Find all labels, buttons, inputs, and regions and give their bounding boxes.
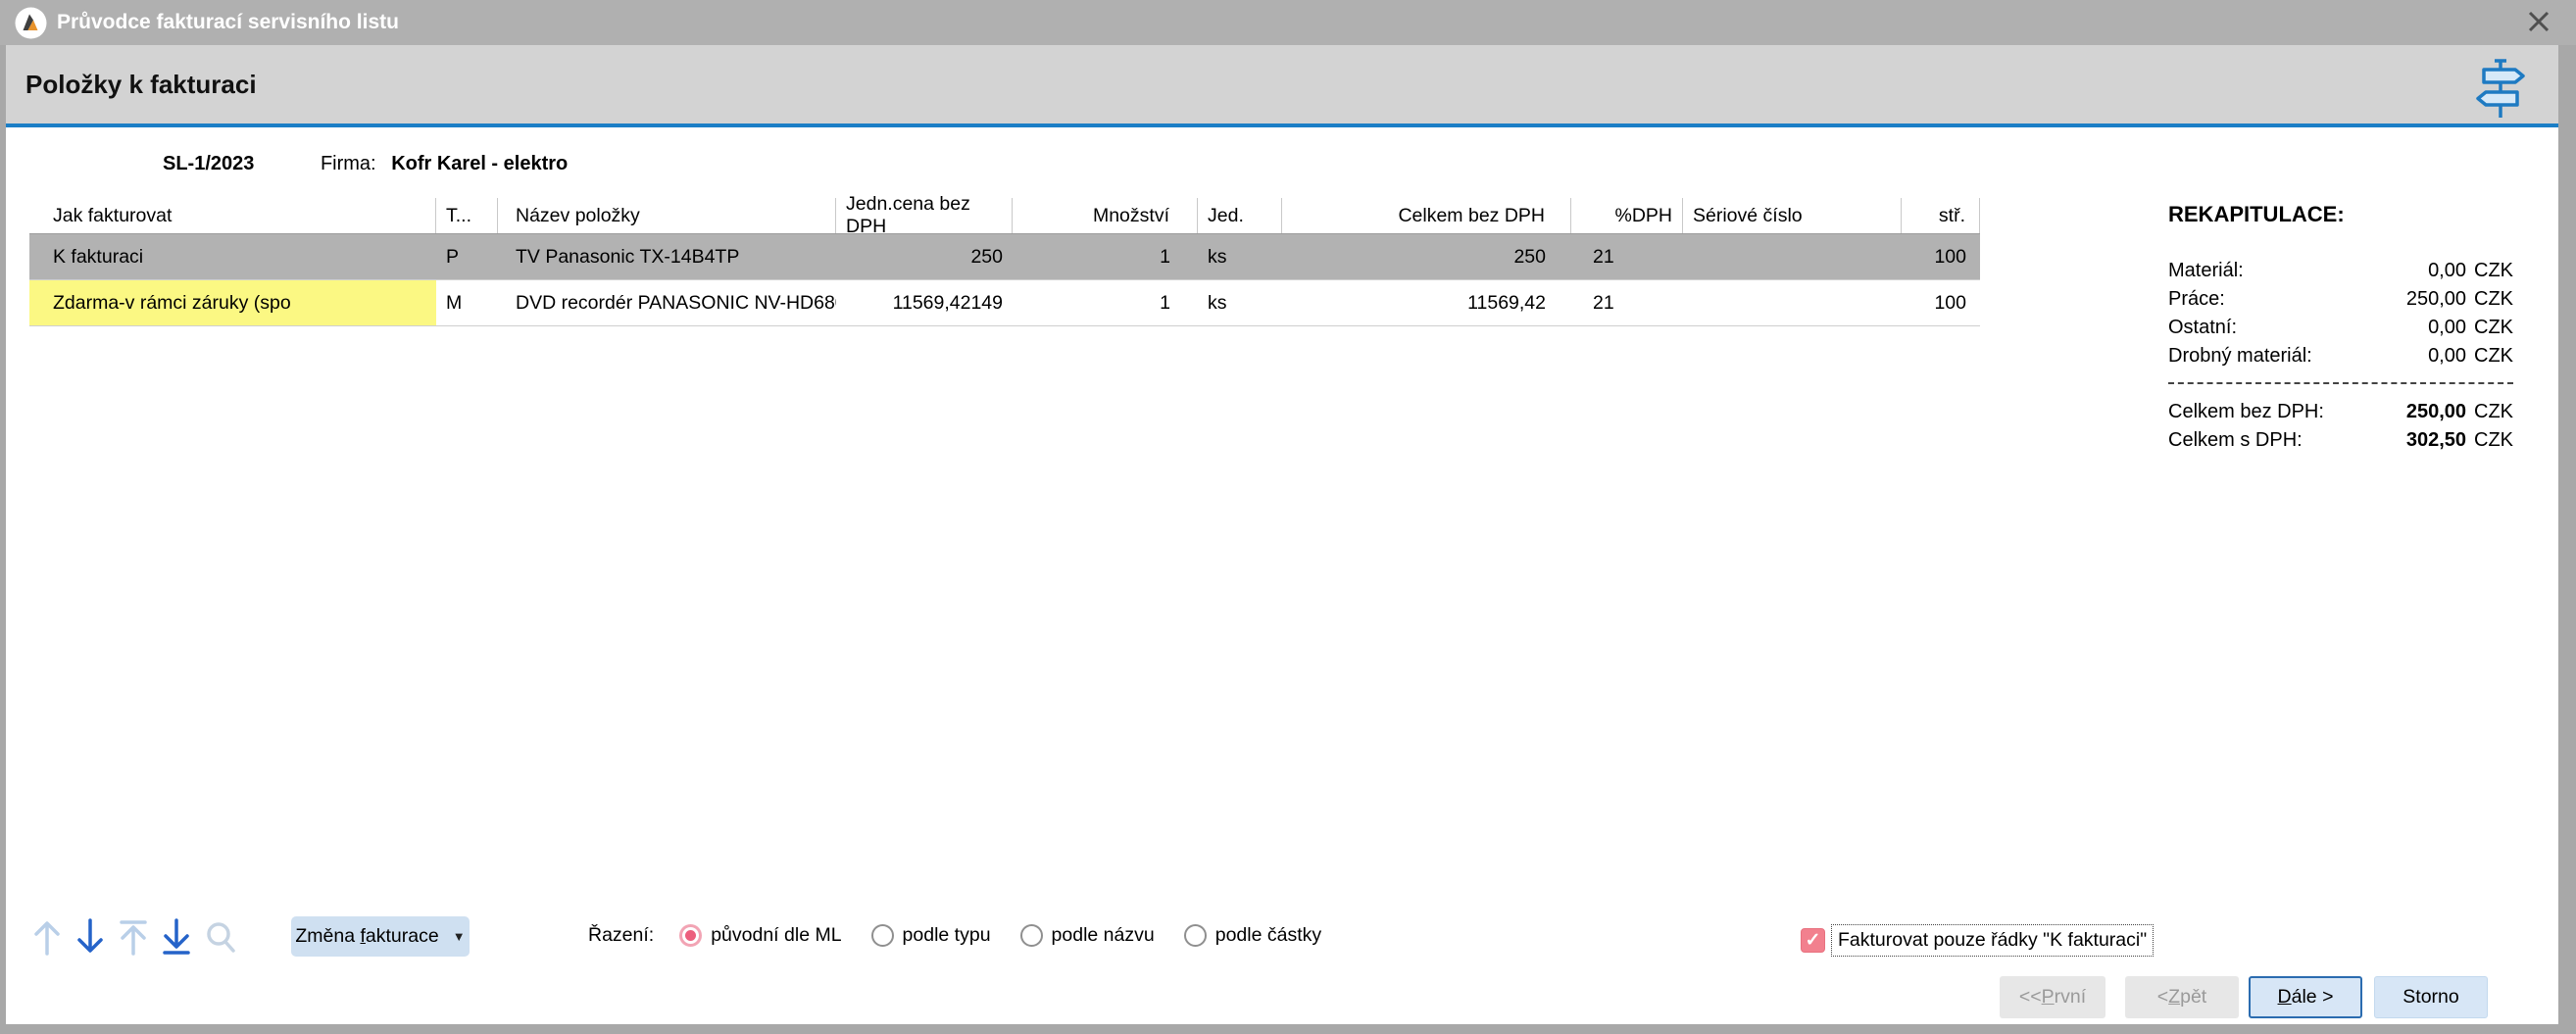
recap-row-prace: Práce: 250,00 CZK xyxy=(2168,285,2513,314)
service-sheet-number: SL-1/2023 xyxy=(163,153,254,174)
section-header: Položky k fakturaci xyxy=(6,45,2558,127)
change-invoicing-label: Změna fakturace xyxy=(295,925,438,948)
cell-mnozstvi: 1 xyxy=(1013,280,1198,325)
cell-jedn-cena: 250 xyxy=(836,234,1013,279)
table-row[interactable]: Zdarma-v rámci záruky (spo M DVD recordé… xyxy=(29,280,1980,326)
firm-label: Firma: xyxy=(321,153,376,174)
column-header-stredisko[interactable]: stř. xyxy=(1902,198,1980,233)
column-header-jak-fakturovat[interactable]: Jak fakturovat xyxy=(29,198,436,233)
radio-podle-nazvu[interactable]: podle názvu xyxy=(1020,924,1155,947)
column-header-dph[interactable]: %DPH xyxy=(1571,198,1683,233)
app-logo-icon xyxy=(15,7,47,39)
cell-dph: 21 xyxy=(1571,234,1683,279)
move-bottom-icon[interactable] xyxy=(159,916,194,958)
page-title: Položky k fakturaci xyxy=(25,70,257,100)
cell-jak-fakturovat: K fakturaci xyxy=(29,234,436,279)
recap-row-drobny-material: Drobný materiál: 0,00 CZK xyxy=(2168,342,2513,370)
window-title: Průvodce fakturací servisního listu xyxy=(57,11,399,34)
cell-nazev: DVD recordér PANASONIC NV-HD680 (03) xyxy=(498,280,836,325)
column-header-typ[interactable]: T... xyxy=(436,198,498,233)
back-button[interactable]: < Zpět xyxy=(2125,976,2239,1018)
search-icon[interactable] xyxy=(203,916,238,958)
cell-seriove-cislo xyxy=(1683,234,1902,279)
move-up-icon[interactable] xyxy=(29,916,65,958)
items-table: Jak fakturovat T... Název položky Jedn.c… xyxy=(29,198,1980,326)
recap-row-ostatni: Ostatní: 0,00 CZK xyxy=(2168,314,2513,342)
cell-typ: M xyxy=(436,280,498,325)
close-icon[interactable] xyxy=(2523,6,2554,37)
recap-row-material: Materiál: 0,00 CZK xyxy=(2168,257,2513,285)
cell-mnozstvi: 1 xyxy=(1013,234,1198,279)
table-header-row: Jak fakturovat T... Název položky Jedn.c… xyxy=(29,198,1980,234)
sorting-options: Řazení: původní dle ML podle typu podle … xyxy=(588,924,1351,947)
change-invoicing-dropdown[interactable]: Změna fakturace ▼ xyxy=(291,916,470,957)
cell-seriove-cislo xyxy=(1683,280,1902,325)
cell-jednotka: ks xyxy=(1198,234,1282,279)
cell-jednotka: ks xyxy=(1198,280,1282,325)
column-header-mnozstvi[interactable]: Množství xyxy=(1013,198,1198,233)
recap-title: REKAPITULACE: xyxy=(2168,202,2513,227)
cell-celkem: 11569,42 xyxy=(1282,280,1571,325)
cell-jedn-cena: 11569,42149 xyxy=(836,280,1013,325)
column-header-seriove-cislo[interactable]: Sériové číslo xyxy=(1683,198,1902,233)
column-header-jednotka[interactable]: Jed. xyxy=(1198,198,1282,233)
column-header-jedn-cena[interactable]: Jedn.cena bez DPH xyxy=(836,198,1013,233)
sorting-label: Řazení: xyxy=(588,924,654,947)
checkbox-checked-icon[interactable]: ✓ xyxy=(1801,928,1825,953)
recap-panel: REKAPITULACE: Materiál: 0,00 CZK Práce: … xyxy=(2168,202,2513,455)
recap-separator xyxy=(2168,382,2513,384)
radio-puvodni-dle-ml[interactable]: původní dle ML xyxy=(679,924,841,947)
table-row[interactable]: K fakturaci P TV Panasonic TX-14B4TP 250… xyxy=(29,234,1980,280)
chevron-down-icon: ▼ xyxy=(453,929,466,944)
move-down-icon[interactable] xyxy=(73,916,108,958)
dialog-body: Položky k fakturaci SL-1/2023 Firma: Kof… xyxy=(6,45,2558,1024)
cell-nazev: TV Panasonic TX-14B4TP xyxy=(498,234,836,279)
column-header-celkem[interactable]: Celkem bez DPH xyxy=(1282,198,1571,233)
radio-selected-icon xyxy=(679,924,702,947)
radio-podle-castky[interactable]: podle částky xyxy=(1184,924,1321,947)
signpost-icon xyxy=(2470,57,2531,122)
move-top-icon[interactable] xyxy=(116,916,151,958)
cell-dph: 21 xyxy=(1571,280,1683,325)
column-header-nazev-polozky[interactable]: Název položky xyxy=(498,198,836,233)
first-button[interactable]: << První xyxy=(2000,976,2105,1018)
radio-podle-typu[interactable]: podle typu xyxy=(871,924,991,947)
cancel-button[interactable]: Storno xyxy=(2374,976,2488,1018)
recap-total-s-dph: Celkem s DPH: 302,50 CZK xyxy=(2168,426,2513,455)
invoice-only-checkbox-row[interactable]: ✓ Fakturovat pouze řádky "K fakturaci" xyxy=(1801,924,2154,957)
radio-icon xyxy=(1020,924,1043,947)
service-sheet-meta: SL-1/2023 Firma: Kofr Karel - elektro xyxy=(163,153,568,175)
cell-stredisko: 100 xyxy=(1902,280,1980,325)
radio-icon xyxy=(871,924,894,947)
radio-icon xyxy=(1184,924,1207,947)
cell-celkem: 250 xyxy=(1282,234,1571,279)
recap-total-bez-dph: Celkem bez DPH: 250,00 CZK xyxy=(2168,398,2513,426)
cell-typ: P xyxy=(436,234,498,279)
cell-jak-fakturovat: Zdarma-v rámci záruky (spo xyxy=(29,280,436,325)
cell-stredisko: 100 xyxy=(1902,234,1980,279)
checkbox-label: Fakturovat pouze řádky "K fakturaci" xyxy=(1831,924,2154,957)
firm-name: Kofr Karel - elektro xyxy=(391,153,568,174)
title-bar: Průvodce fakturací servisního listu xyxy=(0,0,2576,45)
wizard-window: Průvodce fakturací servisního listu Polo… xyxy=(0,0,2576,1034)
next-button[interactable]: Dále > xyxy=(2249,976,2362,1018)
